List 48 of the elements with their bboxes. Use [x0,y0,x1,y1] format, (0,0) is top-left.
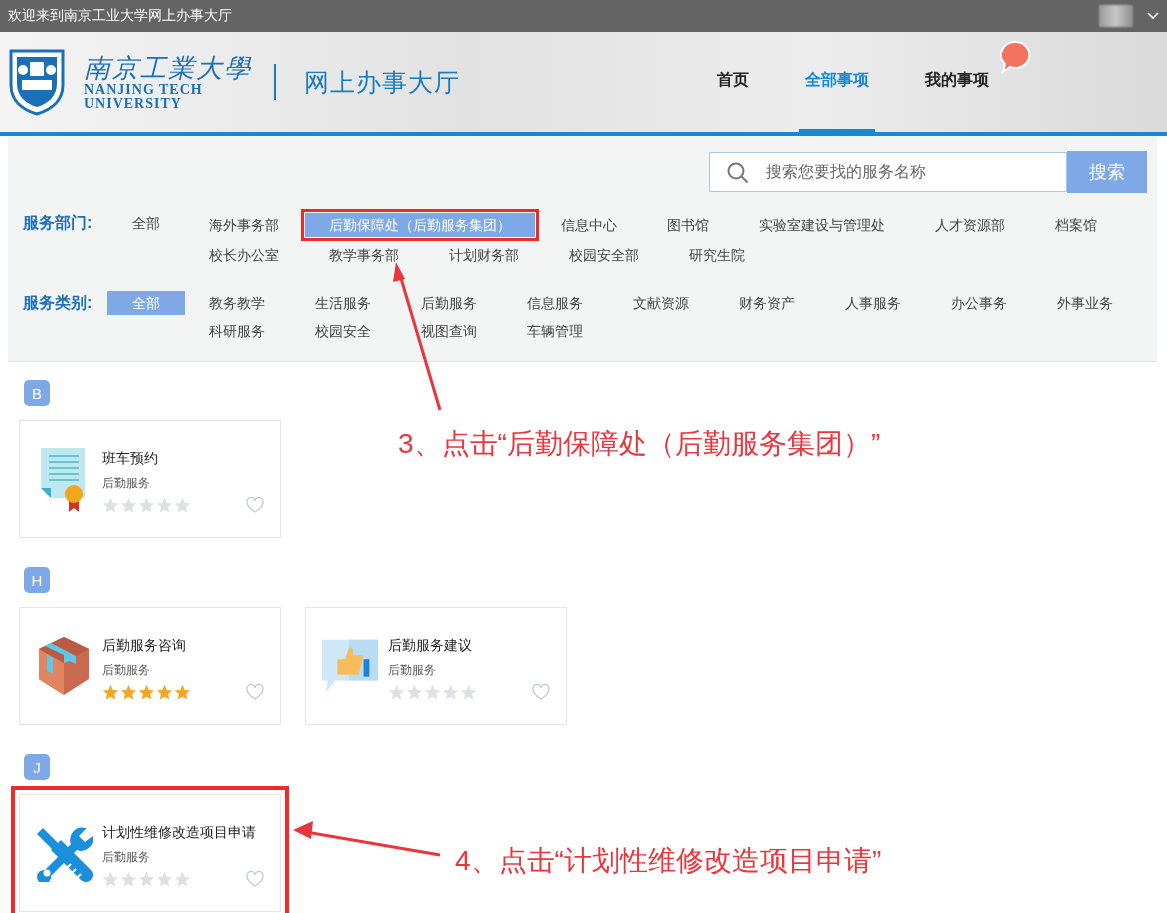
filter-label: 服务类别: [22,293,94,313]
service-title: 班车预约 [102,448,159,467]
service-title: 计划性维修改造项目申请 [102,822,257,841]
filter-option[interactable]: 科研服务 [185,319,289,343]
filter-option[interactable]: 档案馆 [1031,211,1121,239]
university-english-name: NANJING TECH [84,83,204,97]
filter-option[interactable]: 生活服务 [291,291,395,315]
site-title: 网上办事大厅 [304,66,460,98]
welcome-text: 欢迎来到南京工业大学网上办事大厅 [8,7,232,25]
filter-option[interactable]: 后勤服务 [397,291,501,315]
filter-option[interactable]: 校园安全部 [545,243,663,267]
filter-option[interactable]: 校园安全 [291,319,395,343]
filter-option[interactable]: 研究生院 [665,243,769,267]
filter-option[interactable]: 信息中心 [537,211,641,239]
filter-option[interactable]: 车辆管理 [503,319,607,343]
service-category: 后勤服务 [102,662,151,677]
service-category: 后勤服务 [102,849,151,864]
filter-option[interactable]: 图书馆 [643,211,733,239]
filter-option[interactable]: 教务教学 [185,291,289,315]
chevron-down-icon[interactable] [1147,12,1159,20]
nav-tab[interactable]: 我的事项 [919,32,995,132]
filter-option[interactable]: 信息服务 [503,291,607,315]
service-title: 后勤服务咨询 [102,635,187,654]
filter-option[interactable]: 海外事务部 [185,211,303,239]
university-english-name: UNIVERSITY [84,97,183,111]
filter-option[interactable]: 全部 [107,211,185,235]
filter-option[interactable]: 计划财务部 [425,243,543,267]
university-name: 南京工業大學 [84,53,252,83]
filter-option[interactable]: 校长办公室 [185,243,303,267]
filter-option[interactable]: 教学事务部 [305,243,423,267]
filter-option[interactable]: 财务资产 [715,291,819,315]
filter-option[interactable]: 办公事务 [927,291,1031,315]
university-emblem-icon [8,48,66,116]
service-category: 后勤服务 [102,475,151,490]
avatar-placeholder[interactable] [1099,5,1133,27]
chat-bubble-icon[interactable] [999,40,1033,74]
search-icon [727,162,749,184]
service-category: 后勤服务 [388,662,437,677]
nav-tab[interactable]: 首页 [711,32,755,132]
filter-option[interactable]: 人才资源部 [911,211,1029,239]
filter-option[interactable]: 视图查询 [397,319,501,343]
search-field[interactable]: 搜索您要找的服务名称 [709,152,1067,192]
filter-option[interactable]: 外事业务 [1033,291,1137,315]
service-title: 后勤服务建议 [388,635,473,654]
filter-option[interactable]: 人事服务 [821,291,925,315]
filter-label: 服务部门: [22,213,94,233]
filter-option[interactable]: 实验室建设与管理处 [735,211,909,239]
filter-option[interactable]: 文献资源 [609,291,713,315]
